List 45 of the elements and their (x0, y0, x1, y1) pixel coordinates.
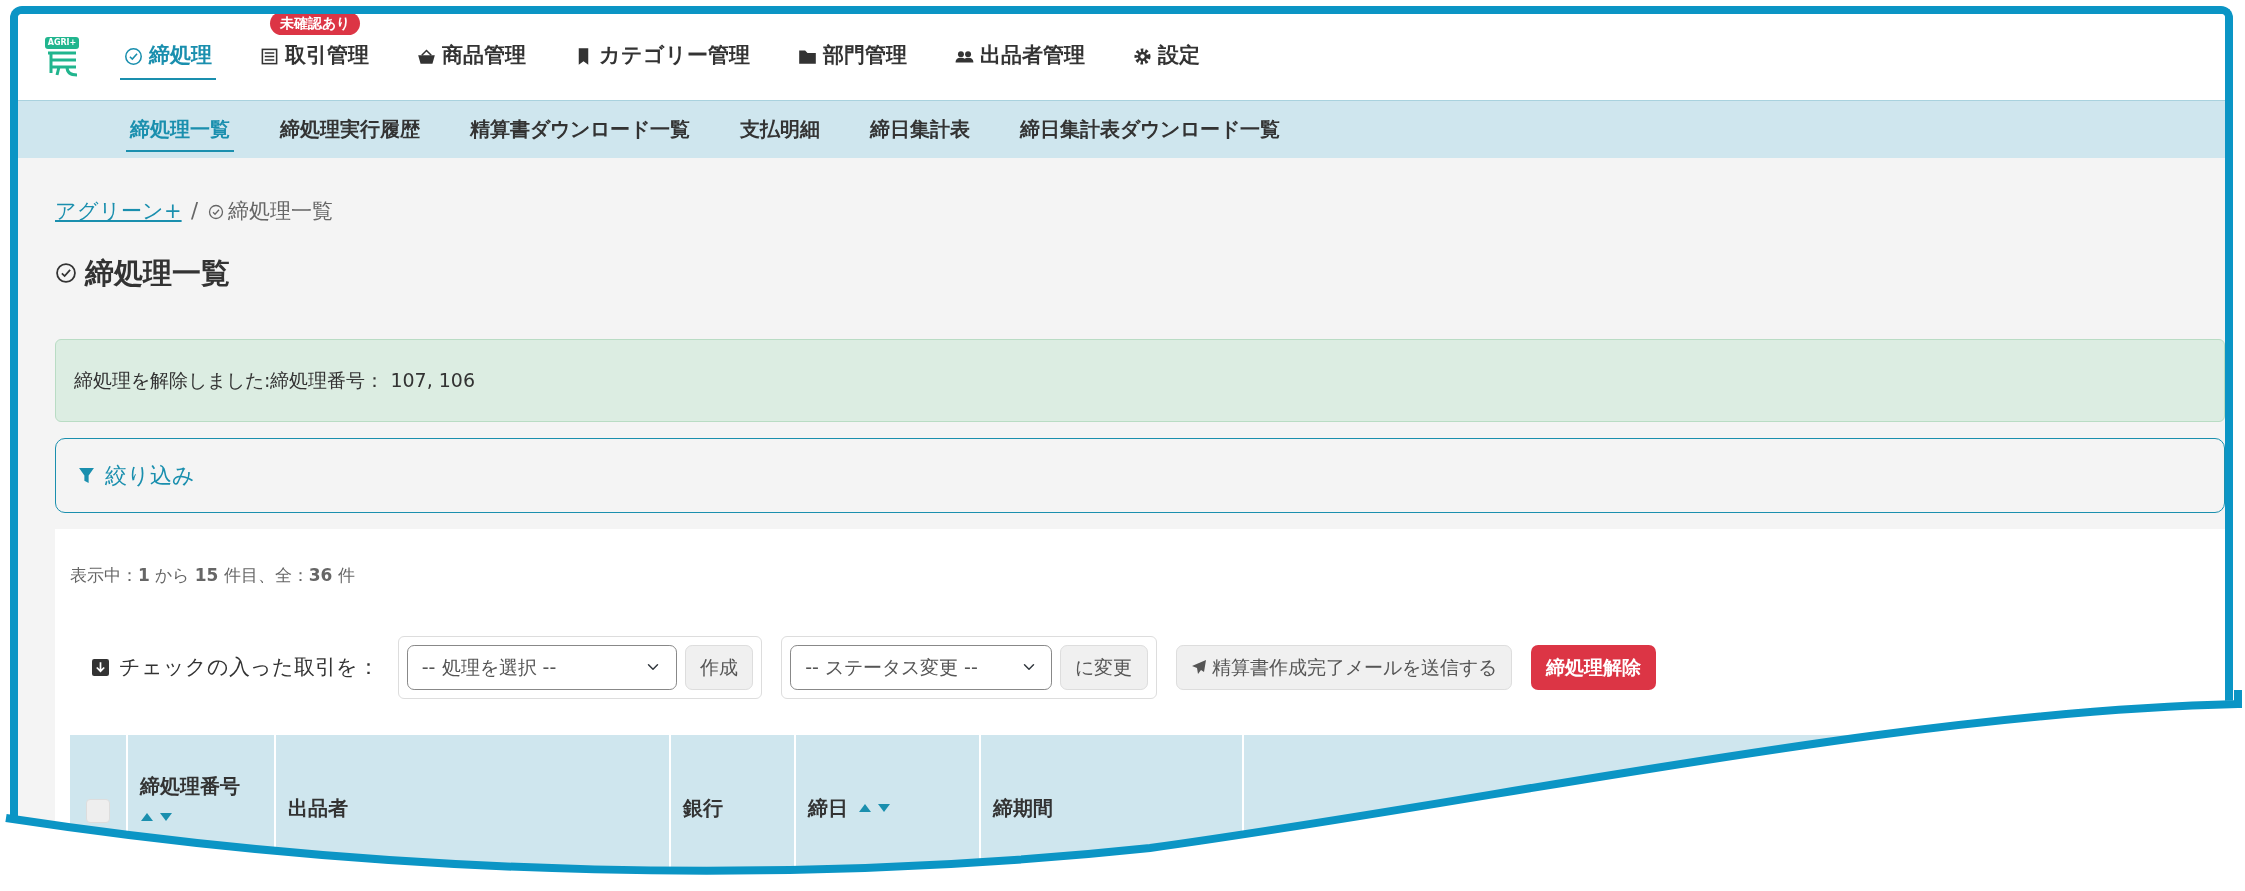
subnav-tab[interactable]: 締処理実行履歴 (276, 107, 424, 152)
breadcrumb-separator: / (191, 198, 199, 225)
column-label: 銀行 (683, 794, 723, 822)
breadcrumb-current: 締処理一覧 (228, 198, 334, 225)
paper-plane-icon (1190, 659, 1207, 676)
subnav-tab[interactable]: 支払明細 (736, 107, 824, 152)
action-select[interactable]: -- 処理を選択 -- (406, 645, 677, 690)
sort-arrows-icon[interactable] (140, 810, 174, 823)
action-select[interactable]: -- ステータス変更 -- (790, 645, 1052, 690)
send-mail-button[interactable]: 精算書作成完了メールを送信する (1175, 645, 1512, 690)
column-label[interactable]: 締日 (808, 792, 848, 823)
check-circle-icon (124, 46, 143, 66)
logo-icon (45, 49, 79, 77)
select-all-checkbox[interactable] (86, 798, 110, 823)
nav-tab[interactable]: カテゴリー管理 (570, 34, 754, 80)
filter-toggle[interactable]: 絞り込み (55, 437, 2225, 513)
release-button[interactable]: 締処理解除 (1530, 645, 1657, 690)
gear-icon (1133, 46, 1152, 66)
notification-badge: 未確認あり (269, 14, 360, 36)
column-label: 締期間 (993, 794, 1053, 822)
page-title: 締処理一覧 (85, 254, 230, 292)
check-circle-icon (207, 203, 224, 220)
subnav-tab[interactable]: 締日集計表 (866, 107, 974, 152)
action-button[interactable]: 作成 (684, 645, 753, 690)
nav-tab[interactable]: 部門管理 (794, 34, 911, 80)
result-count: 表示中：1 から 15 件目、全：36 件 (70, 563, 356, 587)
download-icon (92, 658, 109, 676)
bulk-action-label: チェックの入った取引を： (118, 653, 379, 681)
column-label: 出品者 (288, 794, 348, 822)
nav-tab[interactable]: 出品者管理 (951, 34, 1089, 80)
funnel-icon (78, 466, 95, 484)
subnav-tab[interactable]: 精算書ダウンロード一覧 (466, 107, 694, 152)
nav-tab[interactable]: 商品管理 (413, 34, 530, 80)
basket-icon (417, 46, 436, 66)
nav-tab[interactable]: 締処理 (120, 34, 216, 80)
success-alert: 締処理を解除しました:締処理番号： 107, 106 (55, 339, 2225, 422)
column-label[interactable]: 締処理番号 (140, 771, 240, 802)
check-circle-icon (55, 262, 77, 285)
nav-tab[interactable]: 設定 (1129, 34, 1204, 80)
logo-label: AGRI+ (44, 37, 80, 49)
subnav-tab[interactable]: 締日集計表ダウンロード一覧 (1016, 107, 1284, 152)
sort-arrows-icon[interactable] (857, 801, 892, 814)
list-icon (260, 46, 279, 66)
action-button[interactable]: に変更 (1060, 645, 1148, 690)
nav-tab[interactable]: 取引管理 (256, 34, 373, 80)
